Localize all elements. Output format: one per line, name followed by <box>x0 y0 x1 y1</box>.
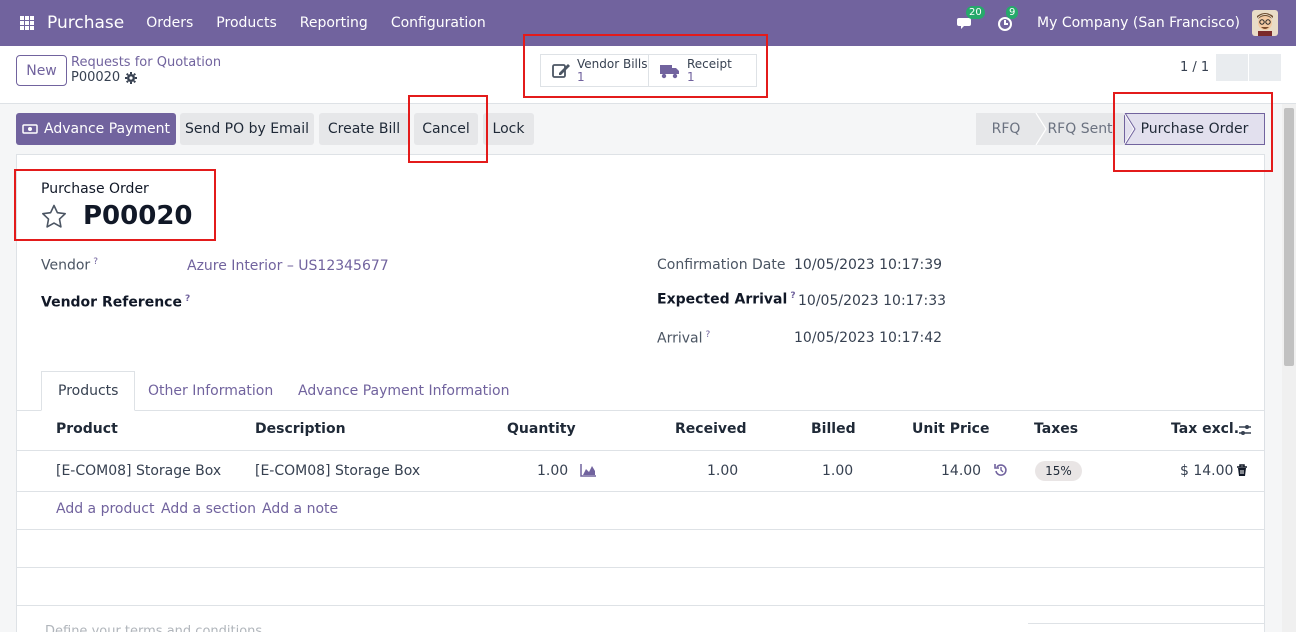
activities-icon[interactable]: 9 <box>997 6 1019 32</box>
help-icon[interactable]: ? <box>185 294 190 304</box>
column-header-tax-excl[interactable]: Tax excl. <box>1171 421 1239 437</box>
company-switcher[interactable]: My Company (San Francisco) <box>1037 15 1240 31</box>
vendor-label-text: Vendor <box>41 257 91 274</box>
table-divider <box>17 567 1264 568</box>
advance-payment-label: Advance Payment <box>43 121 170 137</box>
new-button[interactable]: New <box>16 55 67 86</box>
arrival-field[interactable]: 10/05/2023 10:17:42 <box>794 330 942 346</box>
column-header-unit-price[interactable]: Unit Price <box>912 421 989 437</box>
row-unit-price[interactable]: 14.00 <box>941 463 981 479</box>
advance-payment-button[interactable]: Advance Payment <box>16 113 176 145</box>
column-header-taxes[interactable]: Taxes <box>1034 421 1078 437</box>
pager-value[interactable]: 1 / 1 <box>1180 60 1209 75</box>
help-icon[interactable]: ? <box>93 257 98 267</box>
row-billed[interactable]: 1.00 <box>822 463 853 479</box>
confirmation-date-field[interactable]: 10/05/2023 10:17:39 <box>794 257 942 273</box>
column-header-description[interactable]: Description <box>255 421 346 437</box>
help-icon[interactable]: ? <box>790 291 795 301</box>
expected-arrival-label: Expected Arrival? <box>657 291 796 308</box>
row-description[interactable]: [E-COM08] Storage Box <box>255 463 420 479</box>
app-name[interactable]: Purchase <box>47 13 124 33</box>
help-icon[interactable]: ? <box>706 330 711 340</box>
add-note-link[interactable]: Add a note <box>262 501 338 517</box>
highlight-smart-buttons <box>523 34 768 98</box>
table-divider <box>17 491 1264 492</box>
menu-reporting[interactable]: Reporting <box>300 15 368 31</box>
column-header-received[interactable]: Received <box>675 421 747 437</box>
highlight-purchase-order-status <box>1113 92 1273 172</box>
status-rfq[interactable]: RFQ <box>976 113 1036 145</box>
vendor-reference-label: Vendor Reference? <box>41 294 190 311</box>
pager-previous-button[interactable] <box>1216 54 1248 81</box>
create-bill-button[interactable]: Create Bill <box>319 113 409 145</box>
breadcrumb-current: P00020 <box>71 70 138 85</box>
vendor-field[interactable]: Azure Interior – US12345677 <box>187 258 389 274</box>
confirmation-date-label: Confirmation Date <box>657 257 786 273</box>
add-product-link[interactable]: Add a product <box>56 501 154 517</box>
column-header-quantity[interactable]: Quantity <box>507 421 576 437</box>
terms-and-conditions-field[interactable]: Define your terms and conditions ... <box>45 624 279 632</box>
column-header-billed[interactable]: Billed <box>811 421 856 437</box>
table-divider <box>17 450 1264 451</box>
optional-columns-icon[interactable] <box>1238 423 1252 437</box>
table-divider <box>17 529 1264 530</box>
breadcrumb-parent[interactable]: Requests for Quotation <box>71 55 221 70</box>
vendor-label: Vendor? <box>41 257 98 274</box>
menu-configuration[interactable]: Configuration <box>391 15 486 31</box>
row-product[interactable]: [E-COM08] Storage Box <box>56 463 221 479</box>
menu-orders[interactable]: Orders <box>146 15 193 31</box>
gear-icon[interactable] <box>125 71 138 84</box>
expected-arrival-label-text: Expected Arrival <box>657 291 788 308</box>
tax-badge[interactable]: 15% <box>1035 461 1082 481</box>
table-divider <box>17 605 1264 606</box>
pager-next-button[interactable] <box>1249 54 1281 81</box>
send-po-email-button[interactable]: Send PO by Email <box>180 113 314 145</box>
activities-badge: 9 <box>1006 6 1019 19</box>
apps-menu-icon[interactable] <box>20 16 34 30</box>
messages-badge: 20 <box>966 6 985 19</box>
menu-products[interactable]: Products <box>216 15 276 31</box>
trash-icon[interactable] <box>1236 464 1248 477</box>
notebook-tabs: Products Other Information Advance Payme… <box>16 371 1265 411</box>
row-subtotal: $ 14.00 <box>1180 463 1234 479</box>
breadcrumb-current-label: P00020 <box>71 70 121 85</box>
lock-button[interactable]: Lock <box>483 113 534 145</box>
arrival-label-text: Arrival <box>657 330 703 347</box>
vendor-reference-label-text: Vendor Reference <box>41 294 182 311</box>
totals-divider <box>1028 623 1265 624</box>
money-icon <box>22 124 38 134</box>
arrival-label: Arrival? <box>657 330 710 347</box>
tab-advance-payment-information[interactable]: Advance Payment Information <box>298 371 510 411</box>
row-received[interactable]: 1.00 <box>707 463 738 479</box>
column-header-product[interactable]: Product <box>56 421 118 437</box>
add-section-link[interactable]: Add a section <box>161 501 256 517</box>
user-avatar[interactable] <box>1252 10 1278 36</box>
highlight-po-title <box>14 169 216 241</box>
tab-other-information[interactable]: Other Information <box>148 371 273 411</box>
highlight-cancel-button <box>408 95 488 163</box>
scrollbar-thumb[interactable] <box>1284 108 1294 366</box>
messages-icon[interactable]: 20 <box>957 6 985 32</box>
history-icon[interactable] <box>994 463 1008 477</box>
tab-products[interactable]: Products <box>41 371 136 411</box>
row-quantity[interactable]: 1.00 <box>537 463 568 479</box>
expected-arrival-field[interactable]: 10/05/2023 10:17:33 <box>798 293 946 309</box>
forecast-chart-icon[interactable] <box>580 463 597 477</box>
